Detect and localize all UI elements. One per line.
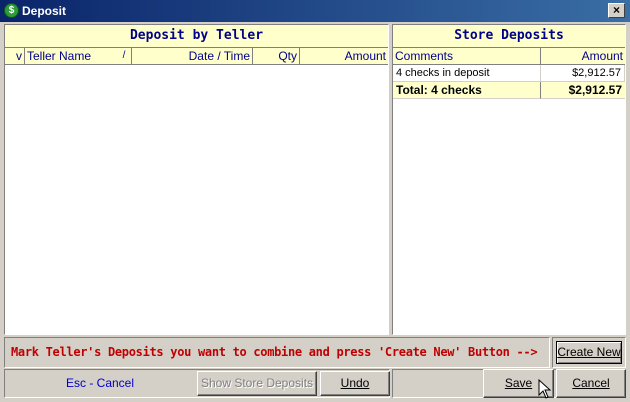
store-table-header: Comments Amount [393, 48, 625, 65]
dollar-icon: $ [4, 3, 19, 18]
undo-button[interactable]: Undo [320, 371, 390, 396]
deposit-by-teller-panel: Deposit by Teller v Teller Name / Date /… [4, 24, 389, 335]
column-header-amount[interactable]: Amount [300, 48, 388, 64]
window-title: Deposit [22, 4, 67, 18]
title-bar[interactable]: $ Deposit × [0, 0, 630, 22]
cancel-button[interactable]: Cancel [556, 369, 626, 398]
instruction-message: Mark Teller's Deposits you want to combi… [4, 337, 550, 368]
column-header-store-amount[interactable]: Amount [541, 48, 625, 64]
column-header-qty[interactable]: Qty [253, 48, 300, 64]
row-comments: 4 checks in deposit [393, 65, 541, 82]
store-deposits-title: Store Deposits [393, 25, 625, 48]
store-deposits-panel: Store Deposits Comments Amount 4 checks … [392, 24, 626, 335]
close-button[interactable]: × [608, 3, 625, 18]
column-header-v[interactable]: v [5, 48, 25, 64]
column-header-comments[interactable]: Comments [393, 48, 541, 64]
total-label: Total: 4 checks [393, 82, 541, 99]
row-amount: $2,912.57 [541, 65, 625, 82]
create-new-well: Create New [552, 337, 626, 368]
sort-indicator-icon: / [117, 48, 132, 64]
esc-cancel-hint: Esc - Cancel [65, 376, 135, 390]
teller-table-header: v Teller Name / Date / Time Qty Amount [5, 48, 388, 65]
column-header-date-time[interactable]: Date / Time [132, 48, 253, 64]
total-amount: $2,912.57 [541, 82, 625, 99]
mouse-cursor-icon [538, 379, 552, 399]
column-header-teller-name[interactable]: Teller Name [25, 48, 132, 64]
teller-deposits-list[interactable] [5, 65, 388, 334]
show-store-deposits-button[interactable]: Show Store Deposits [197, 371, 317, 396]
create-new-button[interactable]: Create New [556, 341, 622, 364]
deposit-by-teller-title: Deposit by Teller [5, 25, 388, 48]
total-row: Total: 4 checks $2,912.57 [393, 82, 625, 99]
table-row[interactable]: 4 checks in deposit $2,912.57 [393, 65, 625, 82]
close-icon: × [612, 3, 620, 17]
